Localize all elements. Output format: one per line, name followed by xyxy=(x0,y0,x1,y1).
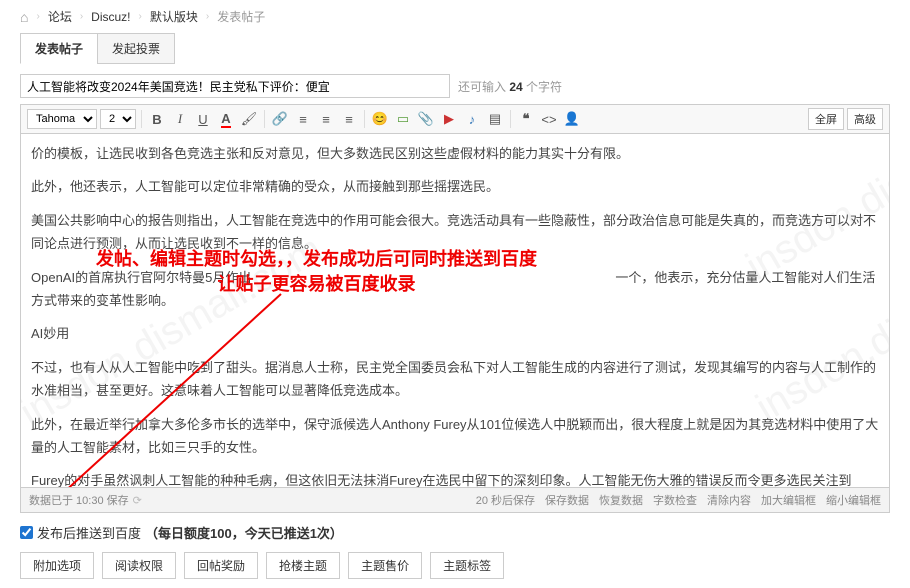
paintbrush-icon: 🖌 xyxy=(241,111,258,127)
advanced-button[interactable]: 高级 xyxy=(847,108,883,130)
editor-paragraph: 美国公共影响中心的报告则指出，人工智能在竞选中的作用可能会很大。竞选活动具有一些… xyxy=(31,209,879,256)
option-tags[interactable]: 主题标签 xyxy=(430,552,504,579)
post-tabs: 发表帖子 发起投票 xyxy=(20,33,890,64)
align-center-icon: ≡ xyxy=(322,112,330,127)
autosave-label: 20 秒后保存 xyxy=(476,492,535,508)
image-icon: ▭ xyxy=(397,111,409,127)
video-icon: ▶ xyxy=(444,111,454,127)
option-attach[interactable]: 附加选项 xyxy=(20,552,94,579)
breadcrumb-discuz[interactable]: Discuz! xyxy=(91,10,130,24)
align-left-icon: ≡ xyxy=(299,112,307,127)
editor-statusbar: 数据已于 10:30 保存 ⟳ 20 秒后保存 保存数据 恢复数据 字数检查 清… xyxy=(20,488,890,513)
refresh-icon[interactable]: ⟳ xyxy=(133,494,142,507)
editor-toolbar: Tahoma 2 B I U A 🖌 🔗 ≡ ≡ ≡ 😊 ▭ 📎 ▶ ♪ ▤ ❝… xyxy=(20,104,890,134)
char-counter: 还可输入 24 个字符 xyxy=(458,78,562,95)
tab-post[interactable]: 发表帖子 xyxy=(20,33,98,64)
tab-poll[interactable]: 发起投票 xyxy=(97,33,175,64)
push-label[interactable]: 发布后推送到百度 xyxy=(37,523,141,542)
quote-button[interactable]: ❝ xyxy=(516,109,536,129)
audio-button[interactable]: ♪ xyxy=(462,109,482,129)
editor-paragraph: AI妙用 xyxy=(31,322,879,345)
font-select[interactable]: Tahoma xyxy=(27,109,97,129)
align-right-button[interactable]: ≡ xyxy=(339,109,359,129)
chevron-right-icon: › xyxy=(206,11,209,22)
clear-button[interactable]: 清除内容 xyxy=(707,492,751,508)
fontsize-select[interactable]: 2 xyxy=(100,109,136,129)
editor-paragraph: Furey的对手虽然讽刺人工智能的种种毛病，但这依旧无法抹消Furey在选民中留… xyxy=(31,469,879,488)
post-options: 附加选项 阅读权限 回帖奖励 抢楼主题 主题售价 主题标签 xyxy=(20,552,890,579)
at-button[interactable]: 👤 xyxy=(562,109,582,129)
breadcrumb-current: 发表帖子 xyxy=(217,8,265,25)
title-input[interactable] xyxy=(20,74,450,98)
push-checkbox[interactable] xyxy=(20,526,33,539)
smile-icon: 😊 xyxy=(372,111,388,127)
option-rush[interactable]: 抢楼主题 xyxy=(266,552,340,579)
breadcrumb-forum[interactable]: 论坛 xyxy=(48,8,72,25)
editor-paragraph: 此外，在最近举行加拿大多伦多市长的选举中，保守派候选人Anthony Furey… xyxy=(31,413,879,460)
editor-paragraph: 不过，也有人从人工智能中吃到了甜头。据消息人士称，民主党全国委员会私下对人工智能… xyxy=(31,356,879,403)
align-left-button[interactable]: ≡ xyxy=(293,109,313,129)
option-price[interactable]: 主题售价 xyxy=(348,552,422,579)
option-permission[interactable]: 阅读权限 xyxy=(102,552,176,579)
emoji-button[interactable]: 😊 xyxy=(370,109,390,129)
link-icon: 🔗 xyxy=(272,111,288,127)
italic-button[interactable]: I xyxy=(170,109,190,129)
option-reward[interactable]: 回帖奖励 xyxy=(184,552,258,579)
chevron-right-icon: › xyxy=(80,11,83,22)
chevron-right-icon: › xyxy=(36,11,39,22)
quote-icon: ❝ xyxy=(523,111,530,127)
push-to-baidu-row: 发布后推送到百度 （每日额度100，今天已推送1次） xyxy=(20,523,890,542)
at-icon: 👤 xyxy=(564,111,580,127)
music-icon: ♪ xyxy=(469,112,476,127)
breadcrumb-module[interactable]: 默认版块 xyxy=(150,8,198,25)
fullscreen-button[interactable]: 全屏 xyxy=(808,108,844,130)
wordcount-button[interactable]: 字数检查 xyxy=(653,492,697,508)
bold-button[interactable]: B xyxy=(147,109,167,129)
editor-body[interactable]: insdon.dismall.com insdon.dismall.com in… xyxy=(20,134,890,488)
code-icon: <> xyxy=(541,112,556,127)
restore-data-button[interactable]: 恢复数据 xyxy=(599,492,643,508)
video-button[interactable]: ▶ xyxy=(439,109,459,129)
fontcolor-button[interactable]: A xyxy=(216,109,236,129)
align-right-icon: ≡ xyxy=(345,112,353,127)
editor-paragraph: 此外，他还表示，人工智能可以定位非常精确的受众，从而接触到那些摇摆选民。 xyxy=(31,175,879,198)
clip-icon: 📎 xyxy=(418,111,434,127)
shrink-button[interactable]: 缩小编辑框 xyxy=(826,492,881,508)
underline-button[interactable]: U xyxy=(193,109,213,129)
bgcolor-button[interactable]: 🖌 xyxy=(239,109,259,129)
page-button[interactable]: ▤ xyxy=(485,109,505,129)
code-button[interactable]: <> xyxy=(539,109,559,129)
chevron-right-icon: › xyxy=(139,11,142,22)
image-button[interactable]: ▭ xyxy=(393,109,413,129)
push-quota: （每日额度100，今天已推送1次） xyxy=(145,523,343,542)
home-icon[interactable]: ⌂ xyxy=(20,9,28,25)
attach-button[interactable]: 📎 xyxy=(416,109,436,129)
save-status: 数据已于 10:30 保存 xyxy=(29,492,129,508)
page-icon: ▤ xyxy=(489,111,501,127)
align-center-button[interactable]: ≡ xyxy=(316,109,336,129)
enlarge-button[interactable]: 加大编辑框 xyxy=(761,492,816,508)
link-button[interactable]: 🔗 xyxy=(270,109,290,129)
breadcrumb: ⌂ › 论坛 › Discuz! › 默认版块 › 发表帖子 xyxy=(20,8,890,25)
save-data-button[interactable]: 保存数据 xyxy=(545,492,589,508)
editor-paragraph: 价的模板，让选民收到各色竞选主张和反对意见，但大多数选民区别这些虚假材料的能力其… xyxy=(31,142,879,165)
editor-paragraph: OpenAI的首席执行官阿尔特曼5月作出＿＿＿＿＿＿＿＿＿＿＿＿＿＿＿＿＿＿＿＿… xyxy=(31,266,879,313)
